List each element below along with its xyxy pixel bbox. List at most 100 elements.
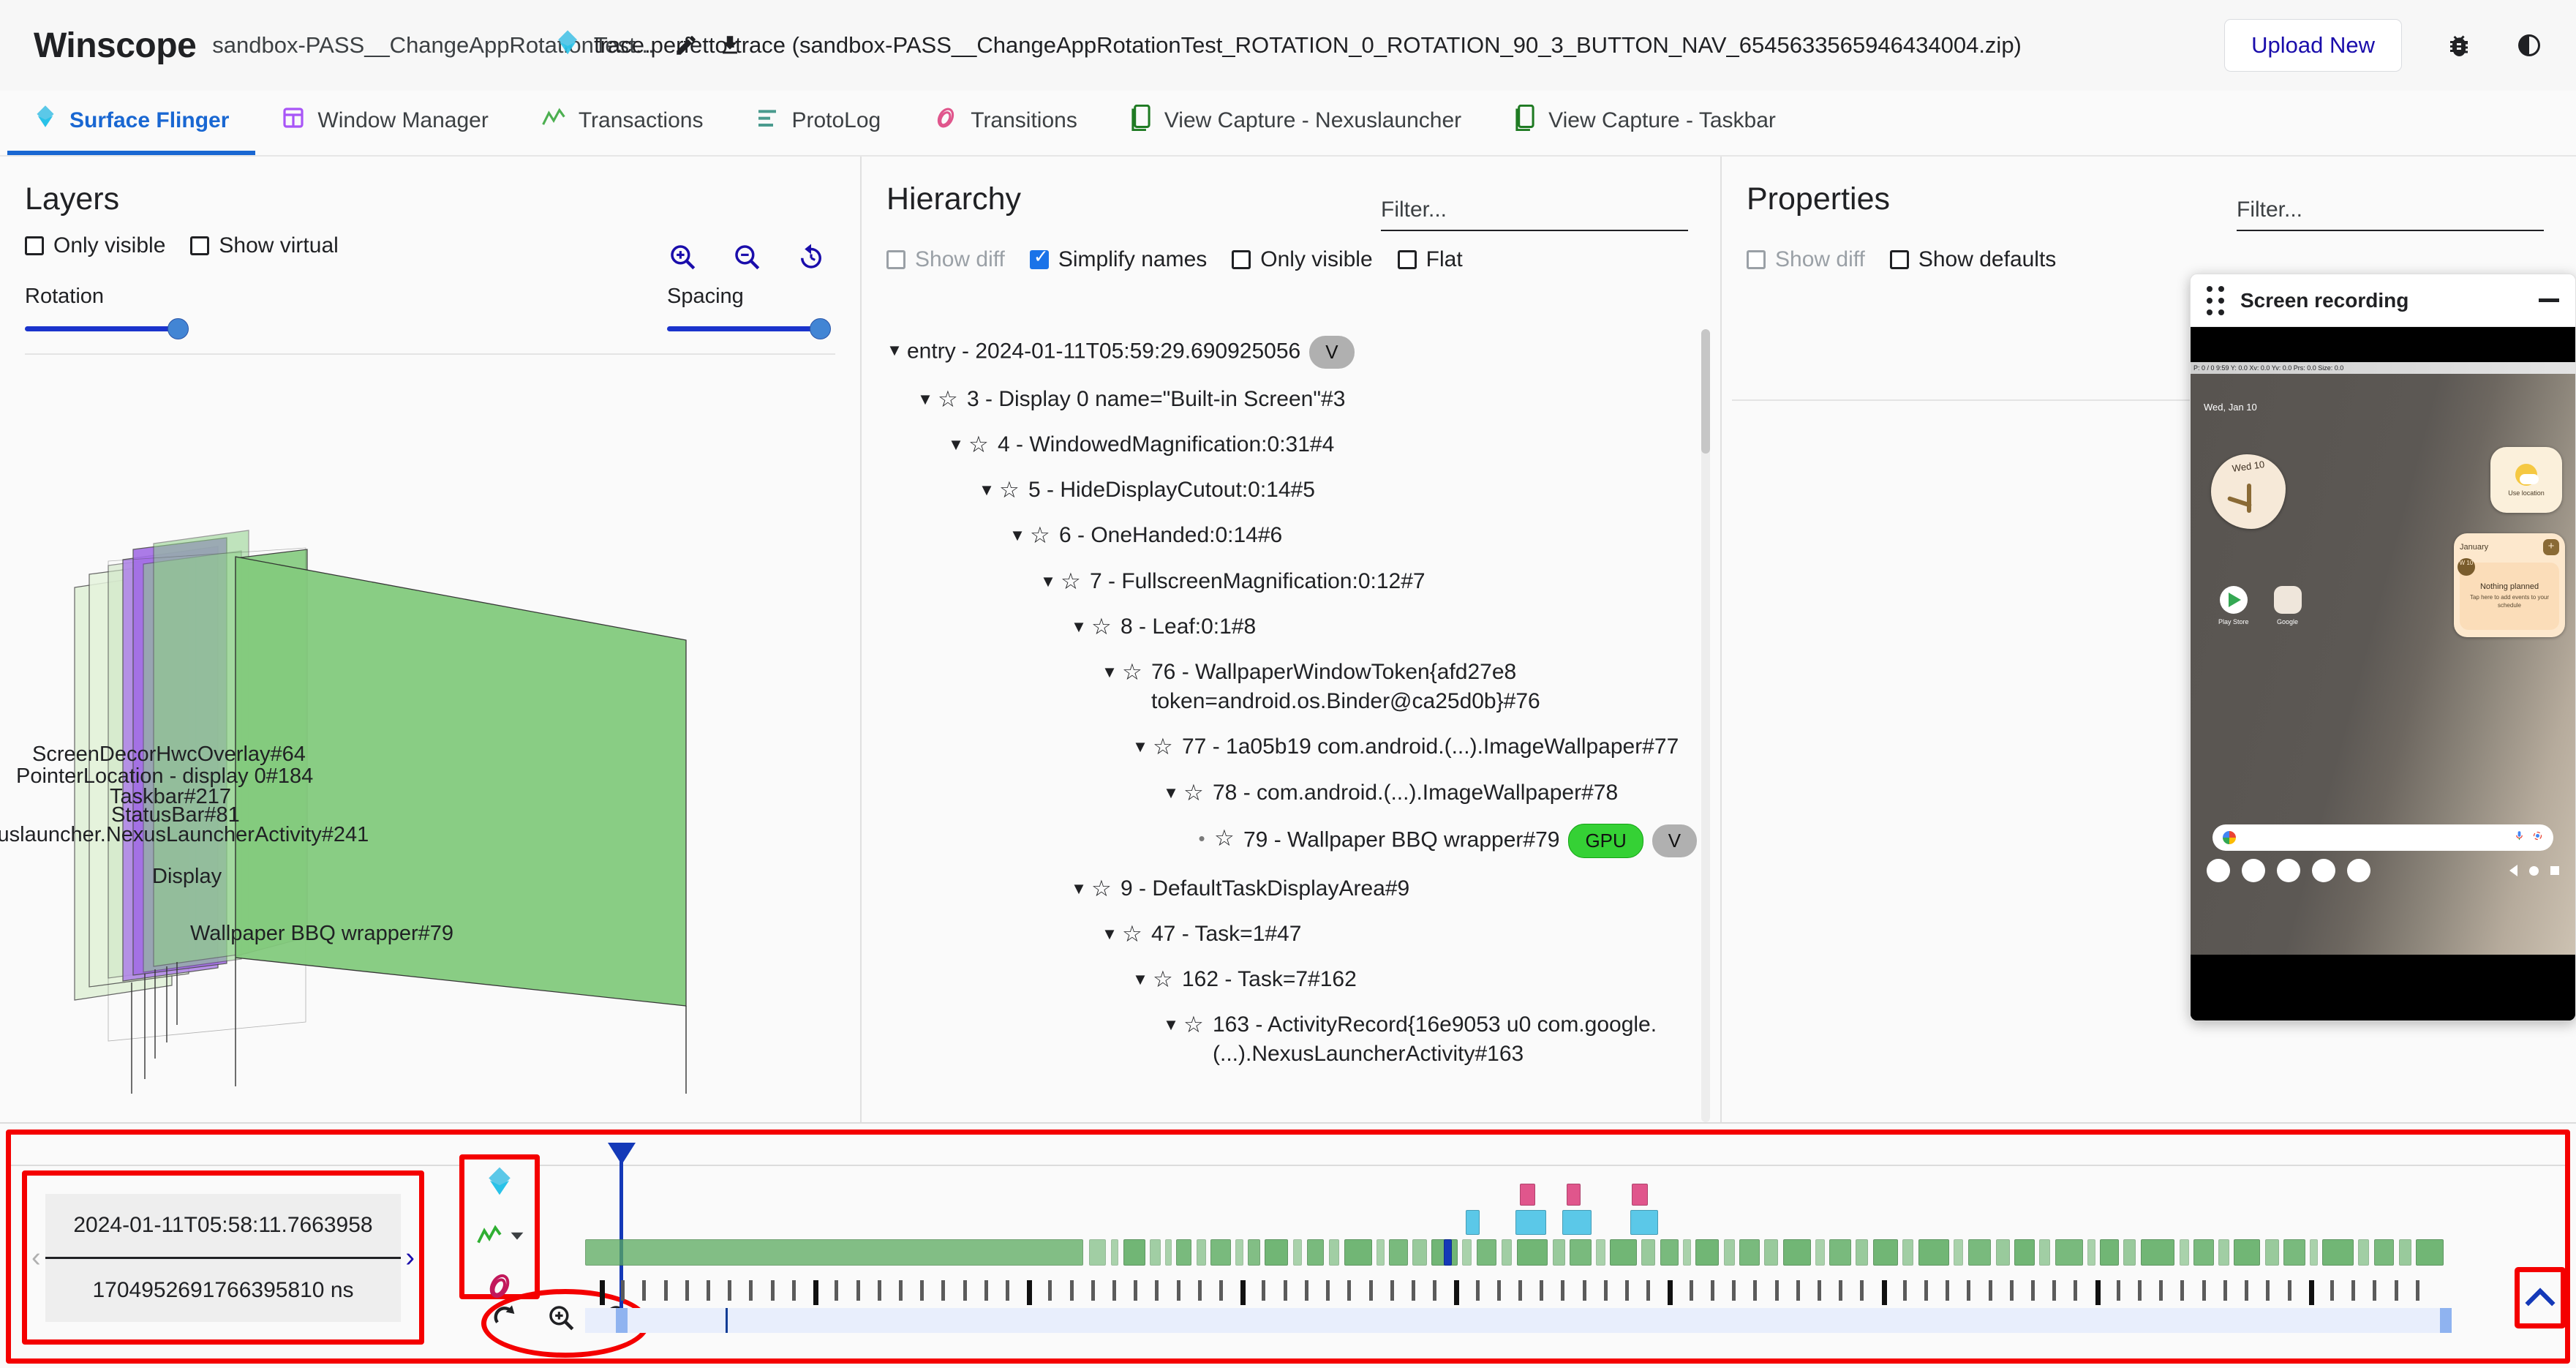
timeline-entry-segment[interactable] — [1466, 1210, 1480, 1235]
timeline-entry-segment[interactable] — [1567, 1184, 1581, 1206]
timeline-entry-segment[interactable] — [2014, 1239, 2035, 1266]
chrome-icon[interactable] — [2242, 859, 2265, 882]
timeline-entry-segment[interactable] — [2399, 1239, 2411, 1266]
timeline-entry-segment[interactable] — [2234, 1239, 2260, 1266]
expand-collapse-caret-icon[interactable]: ▼ — [882, 336, 907, 365]
layers-3d-view[interactable]: ScreenDecorHwcOverlay#64 PointerLocation… — [0, 355, 860, 1094]
hierarchy-node[interactable]: ▼entry - 2024-01-11T05:59:29.690925056V — [882, 328, 1720, 377]
checkbox-show-diff[interactable]: Show diff — [886, 247, 1005, 272]
timeline-entry-segment[interactable] — [2087, 1239, 2095, 1266]
messages-icon[interactable] — [2347, 859, 2370, 882]
timeline-entry-segment[interactable] — [1641, 1239, 1655, 1266]
timeline-entry-segment[interactable] — [1248, 1239, 1260, 1266]
hierarchy-filter-input[interactable]: Filter... — [1381, 198, 1688, 231]
timeline-scroll-handle-right[interactable] — [2440, 1308, 2452, 1333]
timeline-entry-segment[interactable] — [1307, 1239, 1324, 1266]
pin-star-icon[interactable]: ☆ — [1122, 658, 1151, 687]
tab-protolog[interactable]: ProtoLog — [729, 91, 907, 155]
screen-recording-overlay[interactable]: Screen recording P: 0 / 0 9:59 Y: 0.0 Xv… — [2190, 274, 2576, 1021]
spacing-slider-knob[interactable] — [810, 318, 831, 339]
timeline-entry-segment[interactable] — [2123, 1239, 2136, 1266]
timeline-entry-segment[interactable] — [1562, 1210, 1592, 1235]
timeline-entry-segment[interactable] — [2283, 1239, 2305, 1266]
timeline-entry-segment[interactable] — [1954, 1239, 1963, 1266]
timeline-entry-segment[interactable] — [1389, 1239, 1408, 1266]
timeline-entry-segment[interactable] — [1123, 1239, 1145, 1266]
timeline-entry-segment[interactable] — [2416, 1239, 2444, 1266]
timeline-entry-segment[interactable] — [2358, 1239, 2369, 1266]
restore-icon[interactable] — [490, 1303, 519, 1336]
spacing-slider[interactable] — [667, 326, 826, 331]
hierarchy-node[interactable]: ▼☆163 - ActivityRecord{16e9053 u0 com.go… — [882, 1002, 1720, 1077]
hierarchy-node-label[interactable]: 4 - WindowedMagnification:0:31#4 — [998, 430, 1334, 459]
timeline-entry-segment[interactable] — [2055, 1239, 2083, 1266]
checkbox-show-defaults[interactable]: Show defaults — [1890, 247, 2056, 272]
pin-star-icon[interactable]: ☆ — [1061, 567, 1090, 596]
hierarchy-tree[interactable]: ▼entry - 2024-01-11T05:59:29.690925056V▼… — [862, 317, 1720, 1122]
upload-new-button[interactable]: Upload New — [2224, 19, 2402, 72]
timeline-entry-segment[interactable] — [1477, 1239, 1497, 1266]
checkbox-flat[interactable]: Flat — [1398, 247, 1463, 272]
hierarchy-node-label[interactable]: 8 - Leaf:0:1#8 — [1121, 612, 1256, 642]
timeline-entry-segment[interactable] — [1764, 1239, 1778, 1266]
timeline-entry-segment[interactable] — [1293, 1239, 1303, 1266]
timeline-entry-segment[interactable] — [585, 1239, 1083, 1266]
pin-star-icon[interactable]: ☆ — [1030, 521, 1059, 550]
timeline-entry-segment[interactable] — [1630, 1210, 1658, 1235]
expand-collapse-caret-icon[interactable]: ▼ — [1128, 732, 1153, 762]
timeline-entry-segment[interactable] — [1918, 1239, 1950, 1266]
checkbox-only-visible[interactable]: Only visible — [25, 233, 165, 258]
timestamp-human-input[interactable]: 2024-01-11T05:58:11.7663958 — [45, 1194, 402, 1259]
expand-collapse-caret-icon[interactable]: ▼ — [974, 476, 999, 505]
track-surface-flinger-icon[interactable] — [485, 1166, 514, 1200]
expand-collapse-caret-icon[interactable]: ▼ — [1097, 920, 1122, 949]
expand-collapse-caret-icon[interactable]: ▼ — [1066, 874, 1091, 903]
timeline-entry-segment[interactable] — [1517, 1239, 1548, 1266]
checkbox-show-virtual[interactable]: Show virtual — [190, 233, 338, 258]
pin-star-icon[interactable]: ☆ — [1153, 965, 1182, 994]
timeline-entry-segment[interactable] — [1502, 1239, 1513, 1266]
hierarchy-node-label[interactable]: 47 - Task=1#47 — [1151, 920, 1301, 949]
timeline-entry-segment[interactable] — [1815, 1239, 1825, 1266]
bug-icon[interactable] — [2446, 32, 2472, 59]
tab-view-capture-nexuslauncher[interactable]: View Capture - Nexuslauncher — [1104, 91, 1488, 155]
timeline-entry-segment[interactable] — [2180, 1239, 2189, 1266]
rotation-slider[interactable] — [25, 326, 184, 331]
expand-collapse-caret-icon[interactable]: ▼ — [1066, 612, 1091, 642]
hierarchy-node-label[interactable]: 6 - OneHanded:0:14#6 — [1059, 521, 1282, 550]
home-icon[interactable] — [2529, 866, 2539, 876]
timeline-entry-segment[interactable] — [1265, 1239, 1288, 1266]
timeline-entry-segment[interactable] — [1724, 1239, 1735, 1266]
expand-collapse-caret-icon[interactable]: ▼ — [1005, 521, 1030, 550]
timeline-entry-segment[interactable] — [1089, 1239, 1106, 1266]
track-transitions-icon[interactable] — [485, 1271, 514, 1301]
timeline-entry-segment[interactable] — [1968, 1239, 1992, 1266]
timestamp-ns-input[interactable]: 1704952691766395810 ns — [45, 1259, 402, 1322]
expand-collapse-caret-icon[interactable]: ▼ — [944, 430, 968, 459]
hierarchy-node[interactable]: ▼☆4 - WindowedMagnification:0:31#4 — [882, 422, 1720, 467]
timeline-scroll-strip[interactable] — [585, 1308, 2452, 1333]
hierarchy-node-label[interactable]: 77 - 1a05b19 com.android.(...).ImageWall… — [1182, 732, 1679, 762]
hierarchy-node[interactable]: ▼☆6 - OneHanded:0:14#6 — [882, 513, 1720, 558]
timeline-entry-segment[interactable] — [1329, 1239, 1340, 1266]
minimize-icon[interactable] — [2539, 298, 2559, 302]
checkbox-only-visible[interactable]: Only visible — [1232, 247, 1372, 272]
timeline-entry-segment[interactable] — [2322, 1239, 2354, 1266]
timeline-entry-segment[interactable] — [1553, 1239, 1565, 1266]
hierarchy-node[interactable]: ▼☆162 - Task=7#162 — [882, 957, 1720, 1002]
app-icon-play-store[interactable]: Play Store — [2218, 586, 2249, 625]
timeline-entry-segment[interactable] — [1165, 1239, 1172, 1266]
add-event-icon[interactable]: + — [2543, 539, 2559, 555]
pin-star-icon[interactable]: ☆ — [968, 430, 998, 459]
drag-handle-icon[interactable] — [2207, 286, 2224, 315]
pin-star-icon[interactable]: ☆ — [938, 385, 967, 414]
dark-mode-icon[interactable] — [2516, 32, 2542, 59]
chevron-right-icon[interactable]: › — [401, 1242, 419, 1274]
chevron-left-icon[interactable]: ‹ — [27, 1242, 45, 1274]
tab-window-manager[interactable]: Window Manager — [255, 91, 514, 155]
timeline-entry-segment[interactable] — [2193, 1239, 2214, 1266]
timeline-entry-segment[interactable] — [2039, 1239, 2050, 1266]
restore-history-icon[interactable] — [796, 241, 826, 276]
screen-recording-video[interactable]: P: 0 / 0 9:59 Y: 0.0 Xv: 0.0 Yv: 0.0 Prs… — [2191, 327, 2575, 1021]
timeline-entry-segment[interactable] — [2374, 1239, 2395, 1266]
